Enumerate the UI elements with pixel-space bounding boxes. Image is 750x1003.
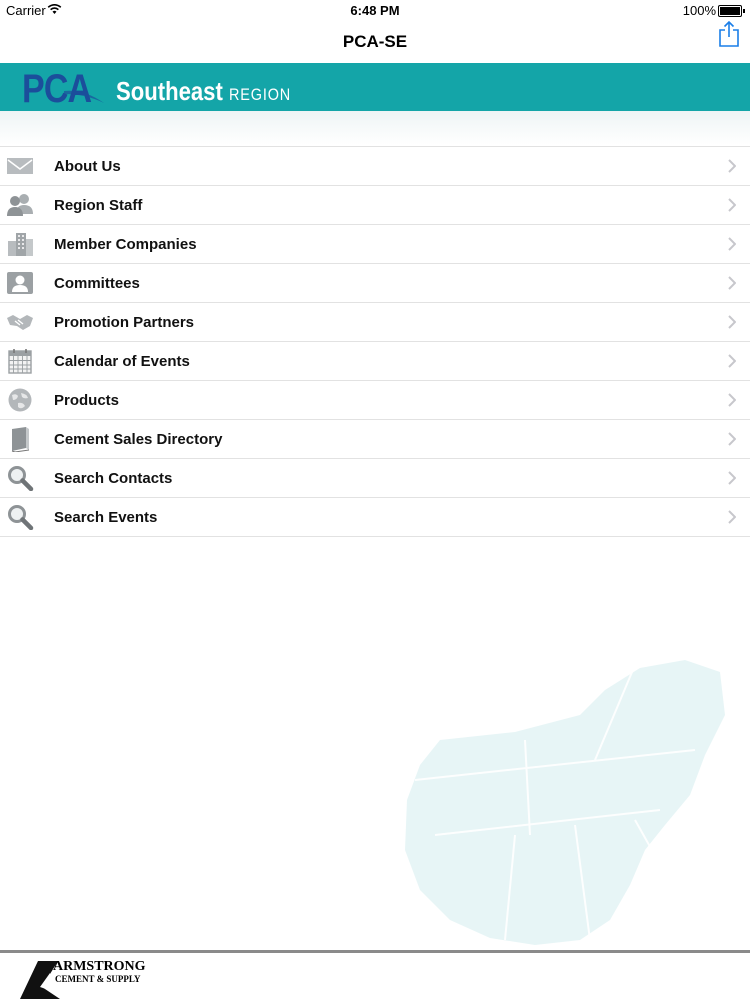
southeast-map-watermark (405, 660, 725, 945)
chevron-right-icon (728, 237, 736, 251)
clock: 6:48 PM (350, 3, 400, 18)
navigation-bar: PCA-SE (0, 20, 750, 62)
region-name: Southeast REGION (116, 76, 291, 107)
sponsor-name: ARMSTRONG (53, 959, 146, 974)
buildings-icon (8, 233, 33, 256)
menu-item-label: About Us (54, 158, 121, 175)
menu-item-label: Promotion Partners (54, 314, 195, 331)
chevron-right-icon (728, 159, 736, 173)
menu-item-region-staff[interactable]: Region Staff (0, 186, 750, 225)
battery-icon (718, 5, 745, 17)
people-icon (7, 194, 33, 216)
globe-icon (8, 388, 32, 412)
chevron-right-icon (728, 198, 736, 212)
chevron-right-icon (728, 393, 736, 407)
region-suffix: REGION (228, 85, 292, 104)
chevron-right-icon (728, 510, 736, 524)
menu-item-label: Cement Sales Directory (54, 431, 223, 448)
magnifier-icon (8, 505, 34, 530)
menu-item-calendar-of-events[interactable]: Calendar of Events (0, 342, 750, 381)
share-icon[interactable] (718, 20, 740, 48)
status-bar: Carrier 6:48 PM 100% (0, 0, 750, 22)
menu-item-about-us[interactable]: About Us (0, 147, 750, 186)
menu-item-label: Search Events (54, 509, 158, 526)
menu-item-label: Calendar of Events (54, 353, 190, 370)
menu-item-committees[interactable]: Committees (0, 264, 750, 303)
sponsor-footer: ARMSTRONG CEMENT & SUPPLY (0, 950, 750, 1003)
magnifier-icon (8, 466, 34, 491)
menu-item-member-companies[interactable]: Member Companies (0, 225, 750, 264)
region-banner: PCA Southeast REGION (0, 63, 750, 111)
menu-item-promotion-partners[interactable]: Promotion Partners (0, 303, 750, 342)
book-icon (11, 427, 30, 452)
calendar-icon (8, 349, 32, 374)
chevron-right-icon (728, 354, 736, 368)
handshake-icon (7, 315, 33, 330)
battery-percent: 100% (682, 3, 716, 18)
menu-item-search-contacts[interactable]: Search Contacts (0, 459, 750, 498)
menu-item-products[interactable]: Products (0, 381, 750, 420)
chevron-right-icon (728, 315, 736, 329)
menu-item-label: Search Contacts (54, 470, 173, 487)
chevron-right-icon (728, 471, 736, 485)
main-menu: About Us Region Staff Member Companies C… (0, 146, 750, 537)
chevron-right-icon (728, 432, 736, 446)
envelope-icon (7, 158, 33, 174)
menu-item-search-events[interactable]: Search Events (0, 498, 750, 537)
banner-shade (0, 111, 750, 145)
logo-swoosh (64, 90, 104, 103)
battery-fill (720, 7, 740, 15)
menu-item-cement-sales-directory[interactable]: Cement Sales Directory (0, 420, 750, 459)
menu-item-label: Products (54, 392, 120, 409)
sponsor-subtitle: CEMENT & SUPPLY (55, 974, 141, 984)
menu-item-label: Region Staff (54, 197, 143, 214)
menu-item-label: Committees (54, 275, 140, 292)
chevron-right-icon (728, 276, 736, 290)
contact-card-icon (7, 272, 33, 294)
region-title: Southeast (116, 76, 223, 106)
menu-item-label: Member Companies (54, 236, 197, 253)
page-title: PCA-SE (342, 32, 408, 51)
